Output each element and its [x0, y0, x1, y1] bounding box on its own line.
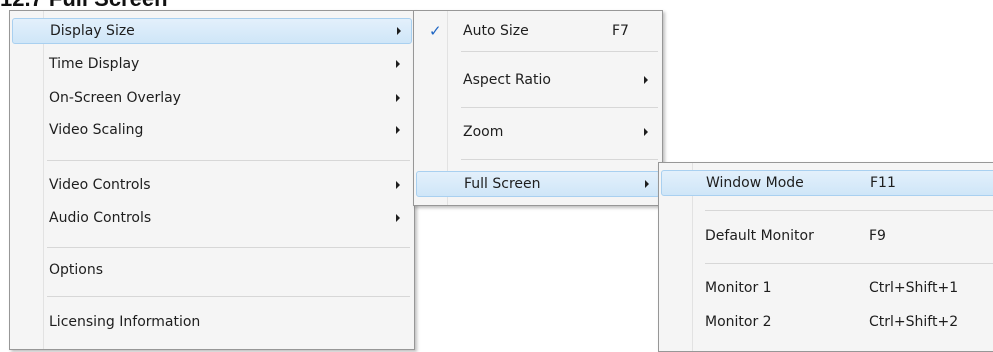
menu-item-label: Zoom	[463, 124, 504, 140]
menu-item-on-screen-overlay[interactable]: On-Screen Overlay	[12, 85, 412, 111]
menu-item-full-screen[interactable]: Full Screen	[416, 171, 660, 197]
menu-item-aspect-ratio[interactable]: Aspect Ratio	[416, 67, 660, 93]
menu-item-video-controls[interactable]: Video Controls	[12, 172, 412, 198]
submenu-arrow-icon	[645, 180, 649, 188]
menu-item-shortcut: Ctrl+Shift+1	[869, 280, 959, 296]
menu-item-default-monitor[interactable]: Default Monitor F9	[661, 223, 993, 249]
menu-item-shortcut: F7	[612, 23, 629, 39]
menu-item-label: Video Controls	[49, 177, 151, 193]
menu-item-label: Window Mode	[706, 175, 804, 191]
submenu-arrow-icon	[396, 60, 400, 68]
menu-separator	[461, 51, 658, 52]
menu-item-label: Default Monitor	[705, 228, 814, 244]
menu-item-label: Aspect Ratio	[463, 72, 551, 88]
menu-item-monitor-2[interactable]: Monitor 2 Ctrl+Shift+2	[661, 309, 993, 335]
full-screen-submenu: Window Mode F11 Default Monitor F9 Monit…	[658, 162, 993, 352]
menu-separator	[705, 263, 993, 264]
submenu-arrow-icon	[644, 76, 648, 84]
menu-item-label: Video Scaling	[49, 122, 144, 138]
submenu-arrow-icon	[397, 27, 401, 35]
menu-item-display-size[interactable]: Display Size	[12, 18, 412, 44]
menu-separator	[47, 247, 410, 248]
menu-item-label: On-Screen Overlay	[49, 90, 181, 106]
menu-item-label: Monitor 2	[705, 314, 772, 330]
checkmark-icon: ✓	[429, 22, 442, 40]
menu-item-window-mode[interactable]: Window Mode F11	[661, 170, 993, 196]
menu-item-auto-size[interactable]: ✓ Auto Size F7	[416, 18, 660, 44]
menu-item-label: Full Screen	[464, 176, 541, 192]
main-menu: Display Size Time Display On-Screen Over…	[9, 10, 415, 350]
menu-separator	[705, 210, 993, 211]
menu-item-label: Time Display	[49, 56, 140, 72]
menu-item-options[interactable]: Options	[12, 257, 412, 283]
menu-item-label: Audio Controls	[49, 210, 152, 226]
menu-item-video-scaling[interactable]: Video Scaling	[12, 117, 412, 143]
menu-item-licensing-information[interactable]: Licensing Information	[12, 309, 412, 335]
menu-item-audio-controls[interactable]: Audio Controls	[12, 205, 412, 231]
menu-item-label: Monitor 1	[705, 280, 772, 296]
menu-item-label: Options	[49, 262, 104, 278]
menu-separator	[47, 160, 410, 161]
display-size-submenu: ✓ Auto Size F7 Aspect Ratio Zoom Full Sc…	[413, 10, 663, 206]
submenu-arrow-icon	[396, 126, 400, 134]
menu-item-label: Licensing Information	[49, 314, 201, 330]
submenu-arrow-icon	[644, 128, 648, 136]
submenu-arrow-icon	[396, 214, 400, 222]
section-heading: 12.7 Full Screen	[0, 0, 168, 10]
menu-separator	[47, 296, 410, 297]
menu-item-label: Display Size	[50, 23, 135, 39]
menu-item-label: Auto Size	[463, 23, 529, 39]
menu-item-shortcut: Ctrl+Shift+2	[869, 314, 959, 330]
submenu-arrow-icon	[396, 181, 400, 189]
menu-item-zoom[interactable]: Zoom	[416, 119, 660, 145]
menu-item-shortcut: F9	[869, 228, 886, 244]
menu-item-time-display[interactable]: Time Display	[12, 51, 412, 77]
menu-item-monitor-1[interactable]: Monitor 1 Ctrl+Shift+1	[661, 275, 993, 301]
menu-separator	[461, 159, 658, 160]
menu-item-shortcut: F11	[870, 175, 896, 191]
menu-separator	[461, 107, 658, 108]
submenu-arrow-icon	[396, 94, 400, 102]
